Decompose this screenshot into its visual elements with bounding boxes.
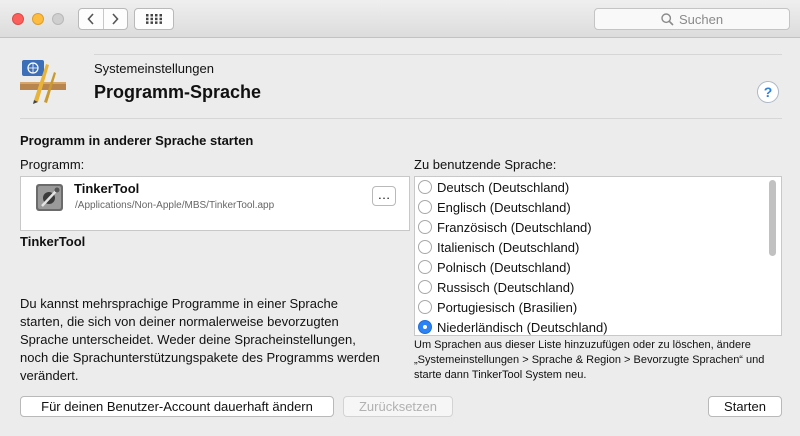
pane-subtitle: Systemeinstellungen [94,61,214,76]
navigation-buttons [78,8,128,30]
reset-button[interactable]: Zurücksetzen [343,396,453,417]
page-title: Programm-Sprache [94,82,262,102]
minimize-window-button[interactable] [32,13,44,25]
language-option-label: Polnisch (Deutschland) [437,259,571,275]
radio-button[interactable] [418,240,432,254]
help-button[interactable]: ? [757,81,779,103]
window-toolbar: Suchen [0,0,800,38]
language-option[interactable]: Russisch (Deutschland) [415,277,574,297]
language-list[interactable]: Deutsch (Deutschland) Englisch (Deutschl… [414,176,782,336]
grid-icon [146,14,162,24]
language-option-label: Russisch (Deutschland) [437,279,575,295]
language-option[interactable]: Portugiesisch (Brasilien) [415,297,577,317]
language-option[interactable]: Polnisch (Deutschland) [415,257,571,277]
language-option-label: Englisch (Deutschland) [437,199,571,215]
back-icon [87,13,94,25]
section-heading: Programm in anderer Sprache starten [20,133,254,148]
language-option[interactable]: Niederländisch (Deutschland) [415,317,608,335]
radio-button[interactable] [418,200,432,214]
language-list-scrollbar[interactable] [769,180,776,256]
forward-icon [112,13,119,25]
selected-program-name: TinkerTool [20,234,86,249]
show-all-button[interactable] [134,8,174,30]
back-button[interactable] [79,9,103,29]
description-text: Du kannst mehrsprachige Programme in ein… [20,296,380,383]
language-hint-text: Um Sprachen aus dieser Liste hinzuzufüge… [414,339,765,381]
search-field[interactable]: Suchen [594,8,790,30]
language-option[interactable]: Englisch (Deutschland) [415,197,571,217]
search-placeholder: Suchen [678,11,724,27]
program-label: Programm: [20,157,85,172]
language-label: Zu benutzende Sprache: [414,157,557,172]
language-option[interactable]: Französisch (Deutschland) [415,217,592,237]
change-permanently-button[interactable]: Für deinen Benutzer-Account dauerhaft än… [20,396,334,417]
language-option[interactable]: Deutsch (Deutschland) [415,177,569,197]
language-option-label: Deutsch (Deutschland) [437,179,570,195]
search-icon [661,12,674,26]
program-name: TinkerTool [74,181,140,196]
header-divider [94,54,782,55]
program-path: /Applications/Non-Apple/MBS/TinkerTool.a… [75,200,275,211]
radio-button[interactable] [418,320,432,334]
language-option-label: Italienisch (Deutschland) [437,239,580,255]
radio-button[interactable] [418,180,432,194]
close-window-button[interactable] [12,13,24,25]
radio-button[interactable] [418,220,432,234]
tinkertool-app-icon [36,184,63,211]
radio-button[interactable] [418,280,432,294]
start-button[interactable]: Starten [708,396,782,417]
forward-button[interactable] [102,9,128,29]
choose-program-button[interactable]: … [372,186,396,206]
language-option[interactable]: Italienisch (Deutschland) [415,237,579,257]
language-option-label: Französisch (Deutschland) [437,219,592,235]
program-drop-box[interactable]: TinkerTool /Applications/Non-Apple/MBS/T… [20,176,410,231]
radio-button[interactable] [418,300,432,314]
language-option-label: Niederländisch (Deutschland) [437,319,608,335]
language-option-label: Portugiesisch (Brasilien) [437,299,578,315]
preferences-pane-icon [20,60,66,104]
radio-button[interactable] [418,260,432,274]
section-divider [20,118,782,119]
zoom-window-button[interactable] [52,13,64,25]
